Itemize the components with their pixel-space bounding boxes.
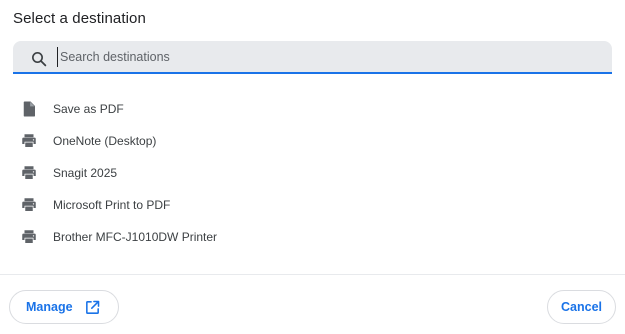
printer-icon xyxy=(22,198,36,211)
search-icon xyxy=(32,52,47,67)
manage-button-label: Manage xyxy=(26,300,73,314)
destination-item-save-as-pdf[interactable]: Save as PDF xyxy=(0,93,625,125)
destination-item-microsoft-print-to-pdf[interactable]: Microsoft Print to PDF xyxy=(0,189,625,221)
cancel-button-label: Cancel xyxy=(561,300,602,314)
cancel-button[interactable]: Cancel xyxy=(547,290,616,324)
destination-item-snagit[interactable]: Snagit 2025 xyxy=(0,157,625,189)
printer-icon xyxy=(22,134,36,147)
destination-list: Save as PDF OneNote (Desktop) Snagit 202… xyxy=(0,93,625,253)
destination-label: OneNote (Desktop) xyxy=(53,134,157,148)
search-box[interactable] xyxy=(13,41,612,74)
printer-icon xyxy=(22,230,36,243)
destination-item-brother-printer[interactable]: Brother MFC-J1010DW Printer xyxy=(0,221,625,253)
dialog-title: Select a destination xyxy=(13,10,146,27)
destination-label: Save as PDF xyxy=(53,102,124,116)
file-icon xyxy=(23,101,35,117)
destination-label: Snagit 2025 xyxy=(53,166,118,180)
destination-label: Microsoft Print to PDF xyxy=(53,198,171,212)
footer-divider xyxy=(0,274,625,275)
destination-dialog: Select a destination Save as PDF OneNote… xyxy=(0,0,625,334)
destination-item-onenote[interactable]: OneNote (Desktop) xyxy=(0,125,625,157)
printer-icon xyxy=(22,166,36,179)
destination-label: Brother MFC-J1010DW Printer xyxy=(53,230,218,244)
search-input[interactable] xyxy=(57,47,600,67)
manage-button[interactable]: Manage xyxy=(9,290,119,324)
external-link-icon xyxy=(86,300,100,314)
